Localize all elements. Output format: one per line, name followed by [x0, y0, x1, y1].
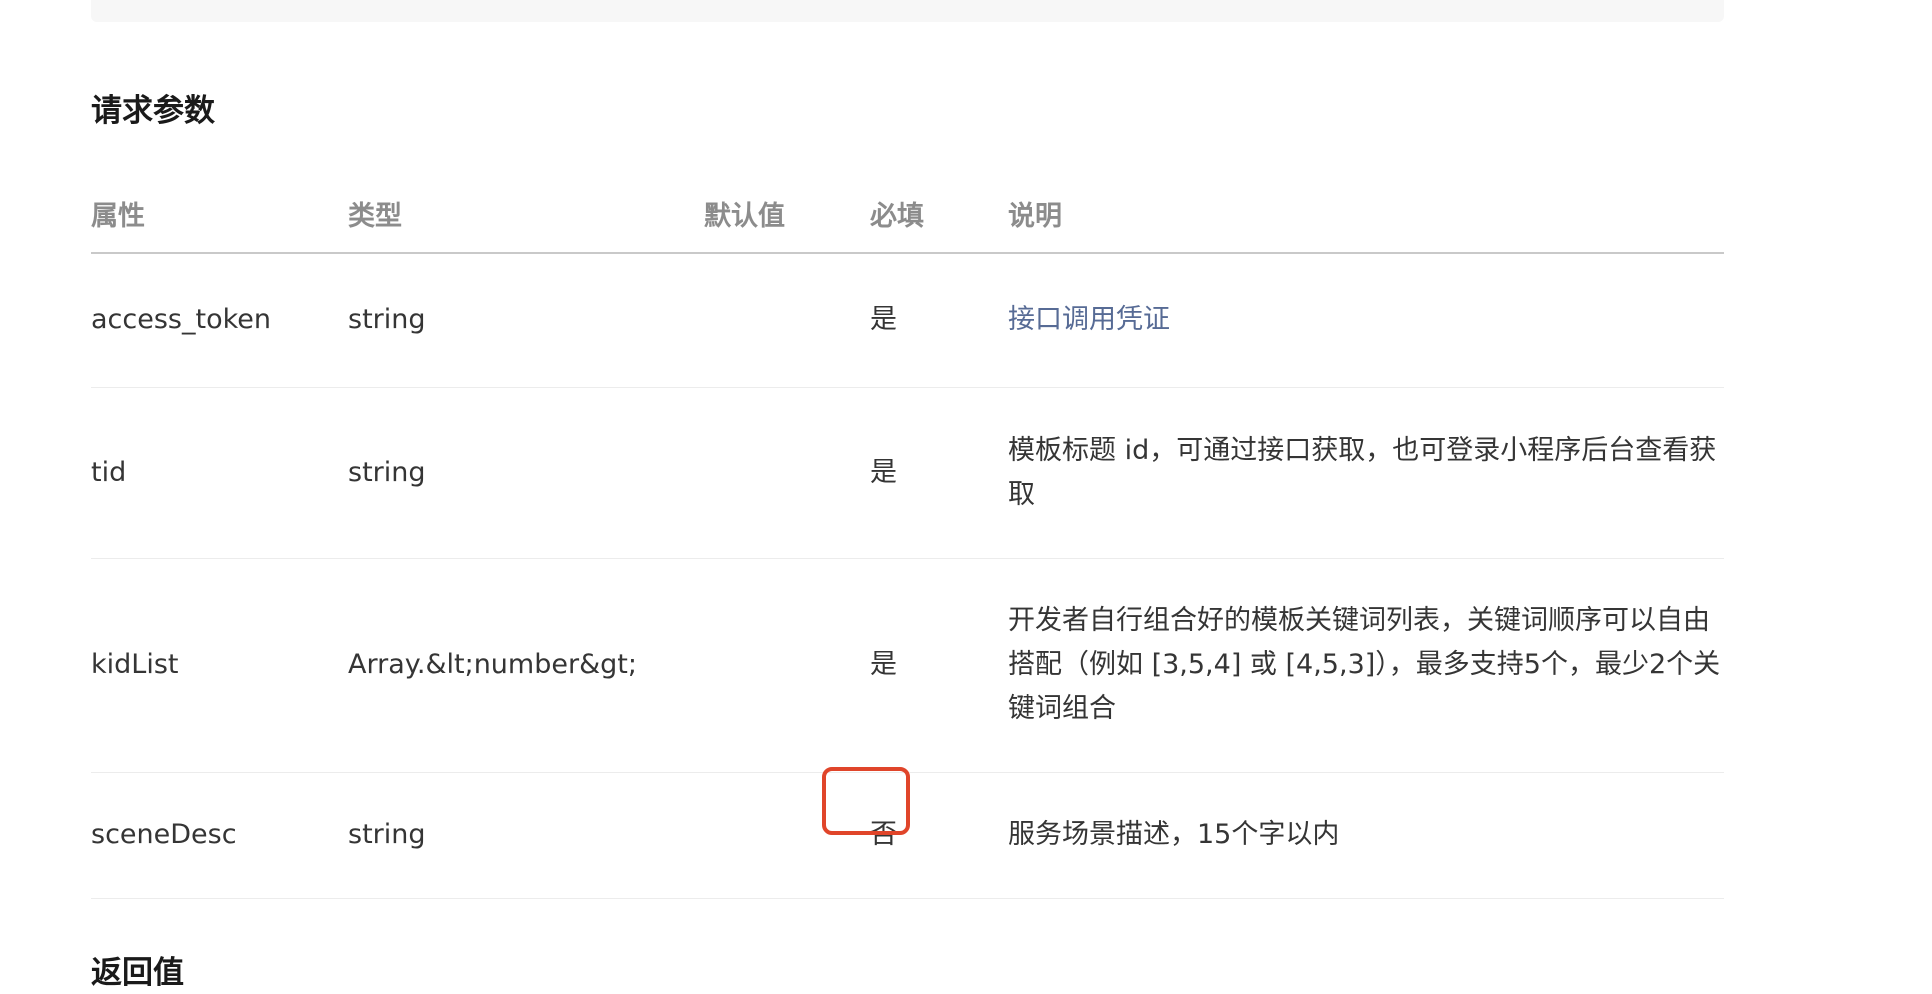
desc-text: 服务场景描述，15个字以内 — [1008, 819, 1340, 850]
section-title-return-value: 返回值 — [91, 955, 184, 991]
cell-attr: access_token — [91, 253, 348, 388]
cell-type: string — [348, 387, 704, 559]
doc-page: 请求参数 属性 类型 默认值 必填 说明 access_token string… — [91, 0, 1724, 991]
cell-required: 否 — [822, 767, 1008, 899]
header-default: 默认值 — [704, 178, 870, 254]
desc-text: 开发者自行组合好的模板关键词列表，关键词顺序可以自由搭配（例如 [3,5,4] … — [1008, 605, 1721, 724]
cell-desc: 接口调用凭证 — [1008, 253, 1724, 388]
table-row: sceneDesc string 否 服务场景描述，15个字以内 — [91, 767, 1724, 899]
cell-type: Array.&lt;number&gt; — [348, 558, 704, 773]
highlight-box — [822, 767, 910, 835]
access-token-doc-link[interactable]: 接口调用凭证 — [1008, 304, 1170, 335]
desc-text: 模板标题 id，可通过接口获取，也可登录小程序后台查看获取 — [1008, 434, 1717, 510]
cell-type: string — [348, 253, 704, 388]
cell-default — [704, 387, 870, 559]
cell-attr: kidList — [91, 558, 348, 773]
cell-required: 是 — [870, 558, 1008, 773]
cell-desc: 开发者自行组合好的模板关键词列表，关键词顺序可以自由搭配（例如 [3,5,4] … — [1008, 558, 1724, 773]
cell-desc: 服务场景描述，15个字以内 — [1008, 772, 1724, 899]
header-desc: 说明 — [1008, 178, 1724, 254]
cell-required: 是 — [870, 253, 1008, 388]
cell-attr: sceneDesc — [91, 772, 348, 899]
params-table: 属性 类型 默认值 必填 说明 access_token string 是 接口… — [91, 178, 1724, 899]
section-title-request-params: 请求参数 — [91, 93, 215, 129]
cell-default — [704, 253, 870, 388]
header-type: 类型 — [348, 178, 704, 254]
cell-desc: 模板标题 id，可通过接口获取，也可登录小程序后台查看获取 — [1008, 387, 1724, 559]
highlighted-required-value: 否 — [822, 767, 910, 857]
cell-type: string — [348, 772, 704, 899]
header-required: 必填 — [870, 178, 1008, 254]
code-block-bottom — [91, 0, 1724, 22]
table-row: kidList Array.&lt;number&gt; 是 开发者自行组合好的… — [91, 558, 1724, 773]
header-attr: 属性 — [91, 178, 348, 254]
cell-default — [704, 558, 870, 773]
table-row: access_token string 是 接口调用凭证 — [91, 253, 1724, 388]
params-table-header: 属性 类型 默认值 必填 说明 — [91, 178, 1724, 254]
table-row: tid string 是 模板标题 id，可通过接口获取，也可登录小程序后台查看… — [91, 387, 1724, 559]
cell-required: 是 — [870, 387, 1008, 559]
cell-attr: tid — [91, 387, 348, 559]
